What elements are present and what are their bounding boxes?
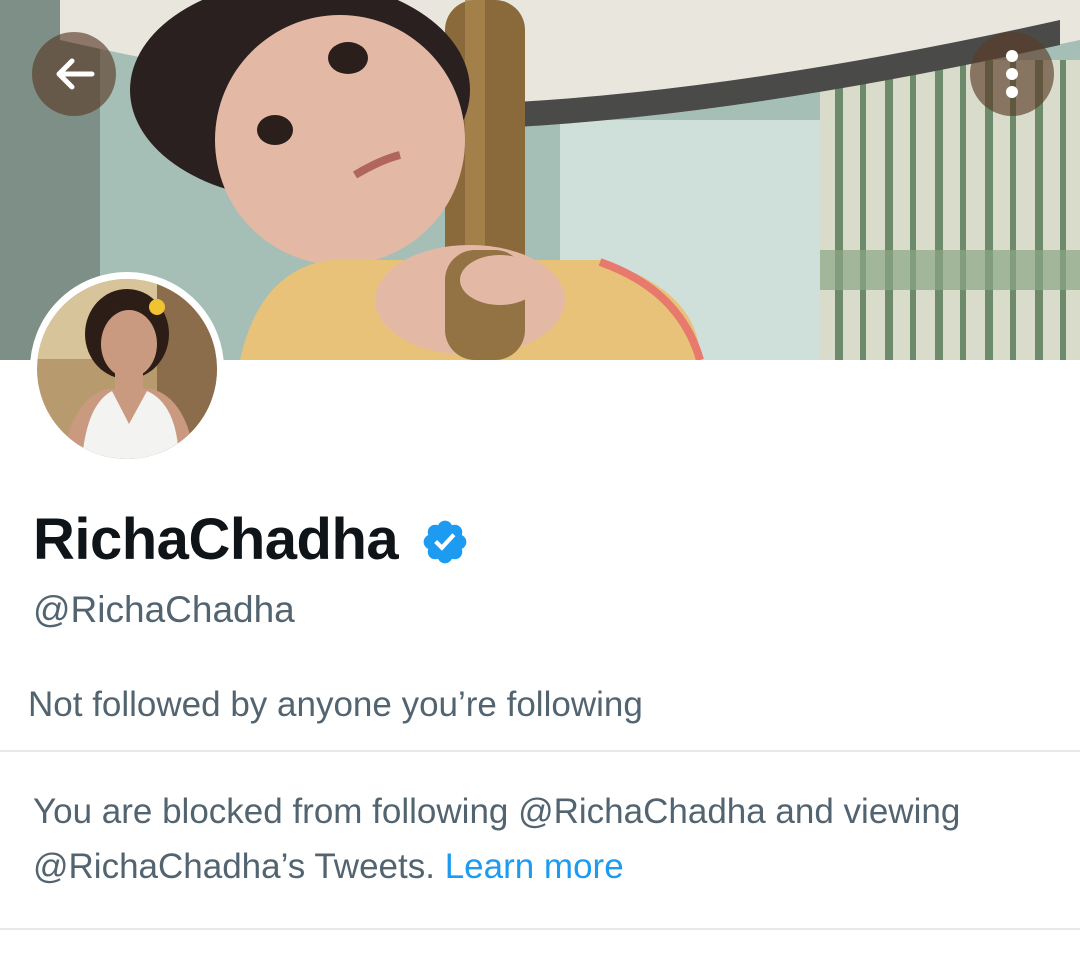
followers-you-know-note: Not followed by anyone you’re following [28, 685, 643, 724]
avatar-photo [37, 279, 217, 459]
divider [0, 750, 1080, 752]
arrow-left-icon [56, 58, 95, 90]
display-name: RichaChadha [33, 507, 399, 572]
blocked-message: You are blocked from following @RichaCha… [33, 784, 1043, 894]
learn-more-link[interactable]: Learn more [445, 847, 624, 886]
divider [0, 928, 1080, 930]
more-options-button[interactable] [970, 32, 1054, 116]
verified-badge-icon[interactable] [420, 517, 470, 567]
profile-avatar[interactable] [30, 272, 224, 466]
profile-name-row: RichaChadha [33, 500, 470, 580]
vertical-ellipsis-icon [1006, 50, 1018, 98]
back-button[interactable] [32, 32, 116, 116]
profile-handle: @RichaChadha [33, 589, 295, 630]
